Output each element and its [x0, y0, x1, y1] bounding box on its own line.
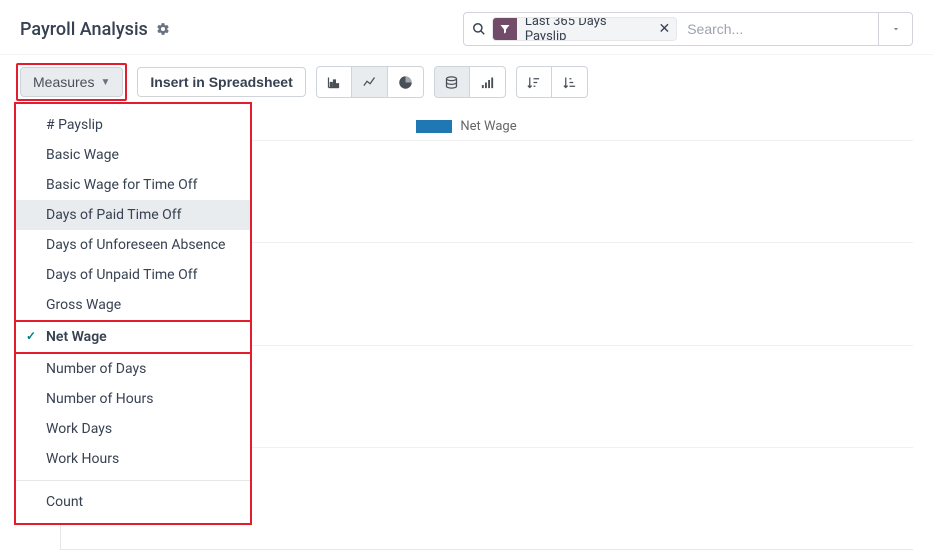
- measure-option-number-hours[interactable]: Number of Hours: [16, 384, 250, 414]
- bar-chart-icon[interactable]: [316, 66, 352, 98]
- stacked-icon[interactable]: [434, 66, 470, 98]
- page-title: Payroll Analysis: [20, 19, 148, 40]
- gear-icon[interactable]: [156, 22, 170, 36]
- filter-chip[interactable]: Last 365 Days Payslip ✕: [492, 17, 677, 41]
- sort-switcher: [516, 66, 588, 98]
- search-icon: [472, 22, 486, 36]
- measures-dropdown: # Payslip Basic Wage Basic Wage for Time…: [14, 104, 252, 525]
- measures-button-label: Measures: [33, 74, 94, 90]
- measure-option-work-days[interactable]: Work Days: [16, 414, 250, 444]
- measure-option-count[interactable]: Count: [16, 487, 250, 517]
- dropdown-separator: [16, 480, 250, 481]
- search-options-button[interactable]: [878, 13, 912, 45]
- signal-icon[interactable]: [470, 66, 506, 98]
- stack-switcher: [434, 66, 506, 98]
- measure-option-days-unpaid-timeoff[interactable]: Days of Unpaid Time Off: [16, 260, 250, 290]
- legend-label: Net Wage: [460, 119, 516, 134]
- insert-spreadsheet-button[interactable]: Insert in Spreadsheet: [137, 67, 305, 97]
- measure-option-gross-wage[interactable]: Gross Wage: [16, 290, 250, 320]
- measure-option-net-wage[interactable]: Net Wage: [16, 320, 250, 354]
- chart-type-switcher: [316, 66, 424, 98]
- sort-desc-icon[interactable]: [516, 66, 552, 98]
- legend-swatch: [416, 120, 452, 133]
- funnel-icon: [493, 17, 517, 41]
- caret-down-icon: ▼: [100, 77, 110, 88]
- line-chart-icon[interactable]: [352, 66, 388, 98]
- filter-chip-label: Last 365 Days Payslip: [517, 17, 659, 41]
- measure-option-days-paid-timeoff[interactable]: Days of Paid Time Off: [16, 200, 250, 230]
- measure-option-work-hours[interactable]: Work Hours: [16, 444, 250, 474]
- sort-asc-icon[interactable]: [552, 66, 588, 98]
- search-bar[interactable]: Last 365 Days Payslip ✕: [463, 12, 913, 46]
- measure-option-basic-wage-timeoff[interactable]: Basic Wage for Time Off: [16, 170, 250, 200]
- measures-button[interactable]: Measures ▼: [20, 67, 123, 97]
- search-input[interactable]: [683, 17, 872, 41]
- close-icon[interactable]: ✕: [658, 21, 676, 37]
- measure-option-number-days[interactable]: Number of Days: [16, 354, 250, 384]
- pie-chart-icon[interactable]: [388, 66, 424, 98]
- measure-option-payslip[interactable]: # Payslip: [16, 110, 250, 140]
- measure-option-days-unforeseen[interactable]: Days of Unforeseen Absence: [16, 230, 250, 260]
- measure-option-basic-wage[interactable]: Basic Wage: [16, 140, 250, 170]
